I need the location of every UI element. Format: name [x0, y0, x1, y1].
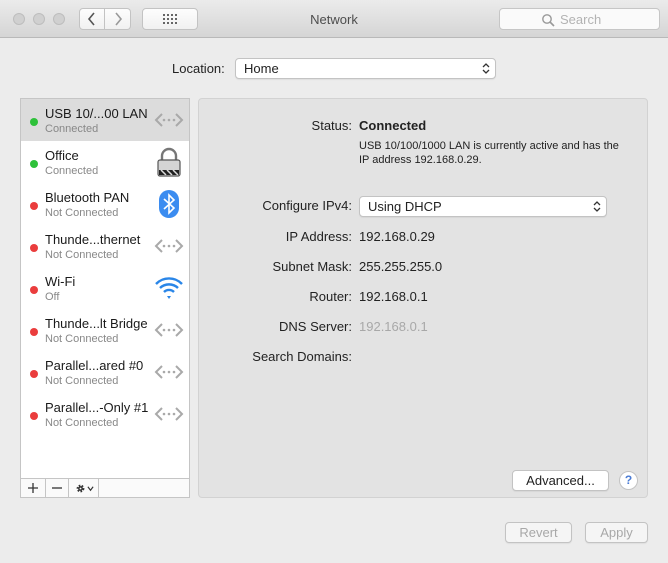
status-label: Status: — [311, 118, 352, 133]
router-label: Router: — [309, 289, 352, 304]
ethernet-arrows-icon — [153, 398, 185, 430]
search-field[interactable]: Search — [499, 8, 660, 30]
search-placeholder: Search — [560, 12, 602, 27]
updown-arrows-icon — [482, 63, 490, 74]
service-actions-button[interactable] — [69, 479, 99, 497]
service-name: Bluetooth PAN — [45, 190, 130, 205]
status-dot — [30, 412, 38, 420]
gear-icon — [76, 484, 84, 492]
service-status: Off — [45, 291, 60, 303]
status-dot — [30, 328, 38, 336]
status-dot — [30, 286, 38, 294]
dns-server-label: DNS Server: — [279, 319, 352, 334]
service-name: Wi-Fi — [45, 274, 76, 289]
service-list: USB 10/...00 LAN Connected Office Connected… — [20, 98, 190, 478]
router-value: 192.168.0.1 — [359, 289, 428, 304]
ip-address-label: IP Address: — [285, 229, 352, 244]
advanced-button[interactable]: Advanced... — [512, 470, 609, 491]
service-item[interactable]: Thunde...thernet Not Connected — [21, 225, 189, 267]
configure-ipv4-label: Configure IPv4: — [262, 198, 352, 213]
service-status: Not Connected — [45, 249, 119, 261]
ethernet-arrows-icon — [153, 356, 185, 388]
service-item[interactable]: Parallel...ared #0 Not Connected — [21, 351, 189, 393]
service-name: Thunde...thernet — [45, 232, 141, 247]
service-name: Office — [45, 148, 79, 163]
service-item[interactable]: Wi-Fi Off — [21, 267, 189, 309]
service-item[interactable]: Office Connected — [21, 141, 189, 183]
status-value: Connected — [359, 118, 427, 133]
search-domains-label: Search Domains: — [252, 349, 352, 364]
configure-ipv4-value: Using DHCP — [368, 199, 442, 214]
bluetooth-icon — [153, 188, 185, 220]
apply-button[interactable]: Apply — [585, 522, 648, 543]
service-name: Thunde...lt Bridge — [45, 316, 148, 331]
wifi-icon — [153, 272, 185, 304]
status-description: USB 10/100/1000 LAN is currently active … — [359, 140, 619, 166]
add-service-button[interactable] — [21, 479, 46, 497]
service-list-toolbar — [20, 478, 190, 498]
service-status: Not Connected — [45, 375, 119, 387]
service-item[interactable]: Thunde...lt Bridge Not Connected — [21, 309, 189, 351]
service-status: Not Connected — [45, 207, 119, 219]
help-button[interactable]: ? — [619, 471, 638, 490]
service-item[interactable]: Bluetooth PAN Not Connected — [21, 183, 189, 225]
service-item[interactable]: USB 10/...00 LAN Connected — [21, 99, 189, 141]
service-detail-panel: Status: Connected USB 10/100/1000 LAN is… — [198, 98, 648, 498]
status-dot — [30, 118, 38, 126]
configure-ipv4-select[interactable]: Using DHCP — [359, 196, 607, 217]
subnet-mask-value: 255.255.255.0 — [359, 259, 443, 274]
status-dot — [30, 202, 38, 210]
service-status: Connected — [45, 123, 99, 135]
service-name: Parallel...ared #0 — [45, 358, 144, 373]
status-dot — [30, 370, 38, 378]
chevron-down-icon — [86, 485, 94, 491]
location-select[interactable]: Home — [235, 58, 496, 79]
title-bar: Network Search — [0, 0, 668, 38]
dns-server-value: 192.168.0.1 — [359, 319, 428, 334]
updown-arrows-icon — [593, 201, 601, 212]
ethernet-arrows-icon — [153, 230, 185, 262]
service-name: Parallel...-Only #1 — [45, 400, 149, 415]
revert-button[interactable]: Revert — [505, 522, 572, 543]
status-dot — [30, 160, 38, 168]
minus-icon — [52, 487, 62, 489]
service-status: Connected — [45, 165, 99, 177]
status-dot — [30, 244, 38, 252]
lock-icon — [153, 146, 185, 178]
search-icon — [542, 14, 555, 27]
ip-address-value: 192.168.0.29 — [359, 229, 435, 244]
service-status: Not Connected — [45, 333, 119, 345]
location-label: Location: — [172, 61, 225, 76]
remove-service-button[interactable] — [46, 479, 69, 497]
service-name: USB 10/...00 LAN — [45, 106, 148, 121]
service-status: Not Connected — [45, 417, 119, 429]
location-value: Home — [244, 61, 279, 76]
subnet-mask-label: Subnet Mask: — [272, 259, 353, 274]
plus-icon — [28, 483, 38, 493]
service-item[interactable]: Parallel...-Only #1 Not Connected — [21, 393, 189, 435]
ethernet-arrows-icon — [153, 104, 185, 136]
ethernet-arrows-icon — [153, 314, 185, 346]
